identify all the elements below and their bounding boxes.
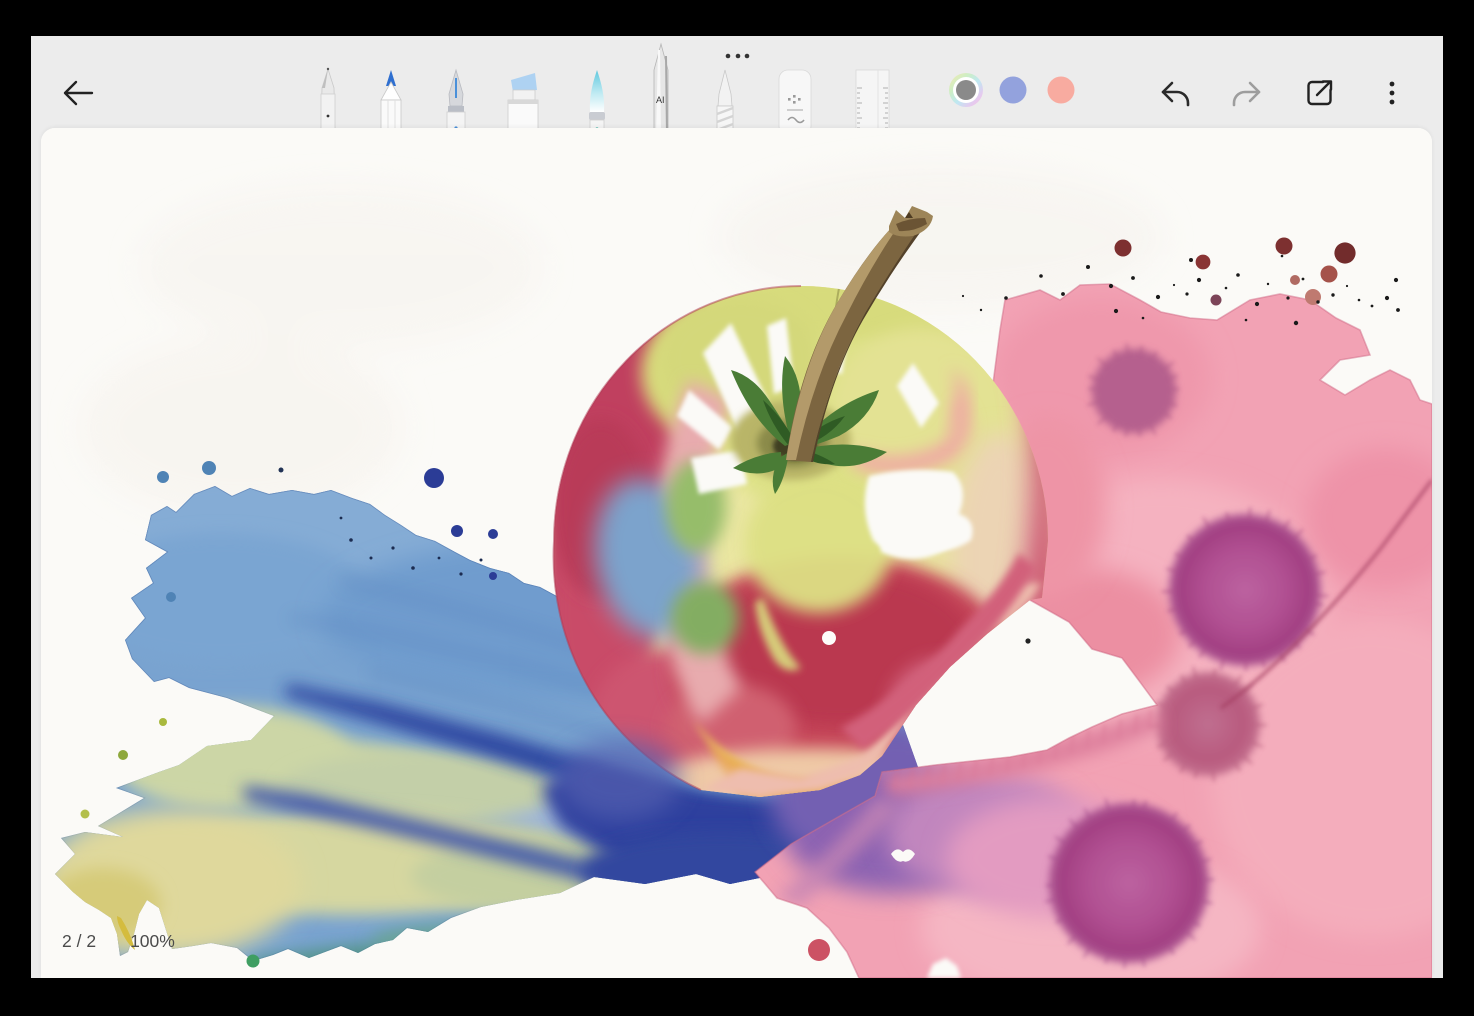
svg-text:AI: AI [656, 95, 665, 105]
